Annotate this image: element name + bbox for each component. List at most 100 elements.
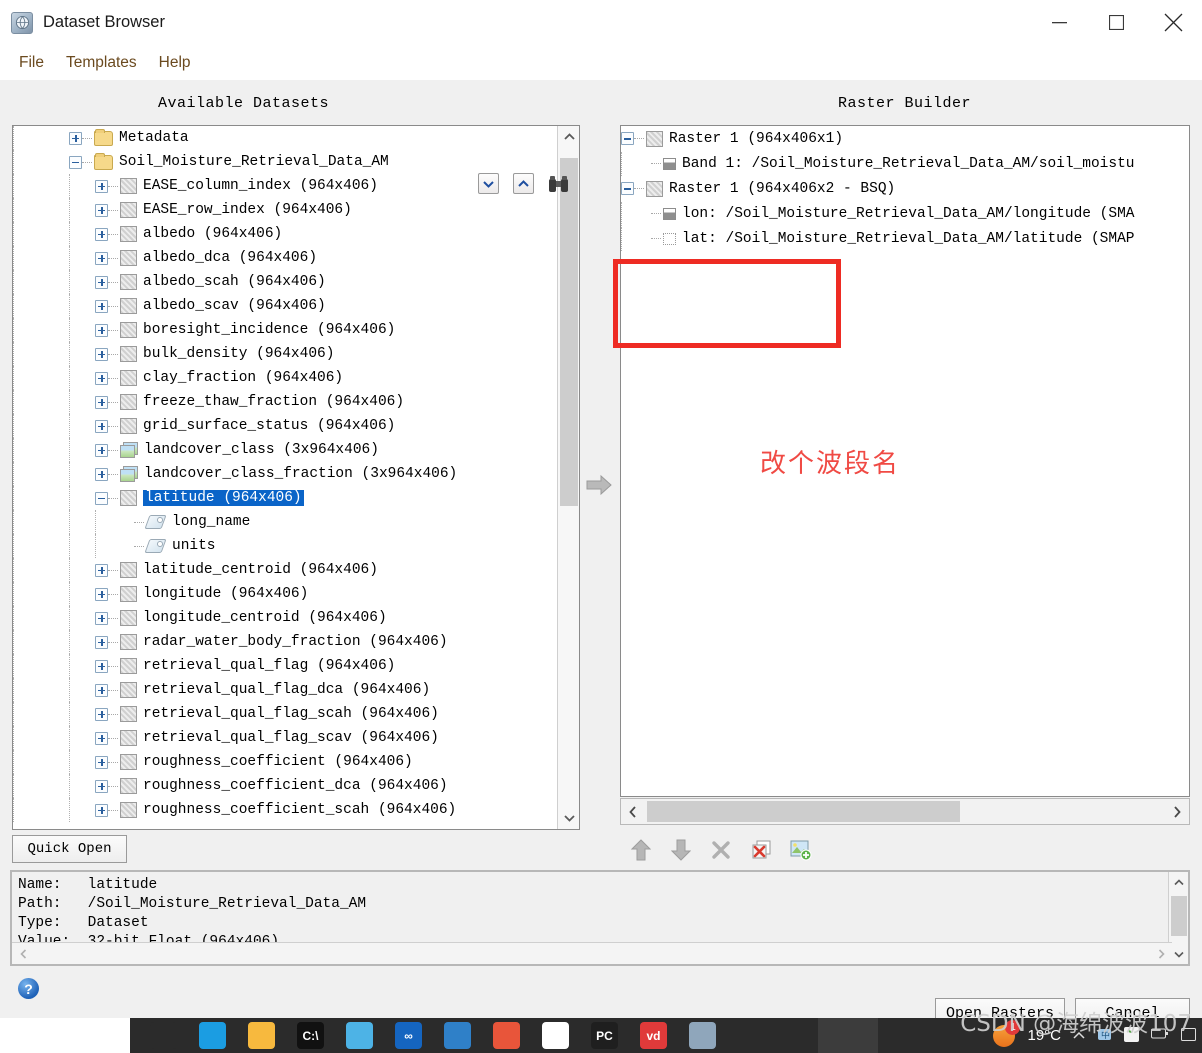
band-checked-icon[interactable]	[663, 157, 676, 170]
tree-item[interactable]: retrieval_qual_flag (964x406)	[13, 654, 558, 678]
expand-node-icon[interactable]	[95, 347, 108, 361]
expand-node-icon[interactable]	[95, 371, 108, 385]
tree-item[interactable]: retrieval_qual_flag_scah (964x406)	[13, 702, 558, 726]
collapse-all-button[interactable]	[478, 173, 499, 194]
expand-node-icon[interactable]	[95, 635, 108, 649]
info-scroll-right-arrow-icon[interactable]	[1150, 943, 1172, 965]
info-scroll-left-arrow-icon[interactable]	[12, 943, 34, 965]
tree-item[interactable]: longitude_centroid (964x406)	[13, 606, 558, 630]
raster-tree-item[interactable]: Raster 1 (964x406x2 - BSQ)	[621, 176, 1189, 201]
expand-node-icon[interactable]	[69, 131, 82, 145]
scroll-left-arrow-icon[interactable]	[621, 799, 645, 824]
tree-item[interactable]: Metadata	[13, 126, 558, 150]
tree-item[interactable]: boresight_incidence (964x406)	[13, 318, 558, 342]
maximize-button[interactable]	[1088, 0, 1145, 45]
tree-item[interactable]: roughness_coefficient_scah (964x406)	[13, 798, 558, 822]
collapse-node-icon[interactable]	[95, 491, 108, 505]
info-scroll-down-arrow-icon[interactable]	[1169, 944, 1189, 964]
available-datasets-tree[interactable]: Metadata Soil_Moisture_Retrieval_Data_AM E…	[12, 125, 580, 830]
tree-item[interactable]: albedo_scav (964x406)	[13, 294, 558, 318]
tree-item[interactable]: landcover_class_fraction (3x964x406)	[13, 462, 558, 486]
expand-node-icon[interactable]	[95, 731, 108, 745]
help-button[interactable]: ?	[18, 978, 39, 999]
tree-item[interactable]: retrieval_qual_flag_dca (964x406)	[13, 678, 558, 702]
expand-node-icon[interactable]	[95, 755, 108, 769]
tree-item[interactable]: latitude_centroid (964x406)	[13, 558, 558, 582]
expand-node-icon[interactable]	[95, 707, 108, 721]
raster-tree-item[interactable]: Raster 1 (964x406x1)	[621, 126, 1189, 151]
collapse-node-icon[interactable]	[69, 155, 82, 169]
app-blue-icon[interactable]: ∞	[395, 1022, 422, 1049]
terminal-icon[interactable]: C:\	[297, 1022, 324, 1049]
expand-node-icon[interactable]	[95, 803, 108, 817]
move-down-icon[interactable]	[668, 837, 694, 863]
vd-icon[interactable]: vd	[640, 1022, 667, 1049]
tree-item[interactable]: roughness_coefficient (964x406)	[13, 750, 558, 774]
office-icon[interactable]	[346, 1022, 373, 1049]
pycharm-icon[interactable]: PC	[591, 1022, 618, 1049]
tree-item[interactable]: retrieval_qual_flag_scav (964x406)	[13, 726, 558, 750]
tree-item[interactable]: longitude (964x406)	[13, 582, 558, 606]
tree-item[interactable]: Soil_Moisture_Retrieval_Data_AM	[13, 150, 558, 174]
tree-vertical-scrollbar[interactable]	[557, 126, 579, 829]
expand-node-icon[interactable]	[95, 203, 108, 217]
tree-item[interactable]: clay_fraction (964x406)	[13, 366, 558, 390]
tree-item[interactable]: radar_water_body_fraction (964x406)	[13, 630, 558, 654]
raster-builder-tree[interactable]: Raster 1 (964x406x1) Band 1: /Soil_Moistu…	[620, 125, 1190, 797]
expand-node-icon[interactable]	[95, 227, 108, 241]
expand-node-icon[interactable]	[95, 275, 108, 289]
expand-node-icon[interactable]	[95, 611, 108, 625]
remove-icon[interactable]	[708, 837, 734, 863]
remove-all-icon[interactable]	[748, 837, 774, 863]
scroll-down-arrow-icon[interactable]	[558, 807, 579, 829]
band-unchecked-icon[interactable]	[663, 232, 676, 245]
matlab-icon[interactable]	[493, 1022, 520, 1049]
expand-node-icon[interactable]	[95, 587, 108, 601]
sprout-icon[interactable]: ❧	[542, 1022, 569, 1049]
raster-horizontal-scrollbar[interactable]	[620, 798, 1190, 825]
minimize-button[interactable]	[1031, 0, 1088, 45]
menu-item-file[interactable]: File	[8, 51, 55, 75]
collapse-node-icon[interactable]	[621, 132, 634, 145]
menu-item-templates[interactable]: Templates	[55, 51, 148, 75]
new-raster-icon[interactable]	[788, 837, 814, 863]
expand-node-icon[interactable]	[95, 467, 108, 481]
move-up-icon[interactable]	[628, 837, 654, 863]
tree-item[interactable]: EASE_row_index (964x406)	[13, 198, 558, 222]
info-scroll-up-arrow-icon[interactable]	[1169, 872, 1189, 892]
tree-item[interactable]: albedo_dca (964x406)	[13, 246, 558, 270]
raster-tree-item[interactable]: lon: /Soil_Moisture_Retrieval_Data_AM/lo…	[621, 201, 1189, 226]
tree-item[interactable]: long_name	[13, 510, 558, 534]
expand-node-icon[interactable]	[95, 443, 108, 457]
expand-node-icon[interactable]	[95, 299, 108, 313]
tree-item[interactable]: units	[13, 534, 558, 558]
tree-item[interactable]: EASE_column_index (964x406)	[13, 174, 558, 198]
dataset-browser-icon[interactable]	[689, 1022, 716, 1049]
expand-node-icon[interactable]	[95, 659, 108, 673]
band-checked-icon[interactable]	[663, 207, 676, 220]
info-scroll-thumb[interactable]	[1171, 896, 1187, 936]
tree-item[interactable]: freeze_thaw_fraction (964x406)	[13, 390, 558, 414]
expand-node-icon[interactable]	[95, 779, 108, 793]
info-horizontal-scrollbar[interactable]	[12, 942, 1172, 964]
raster-scroll-thumb[interactable]	[647, 801, 960, 822]
find-button[interactable]	[547, 172, 571, 195]
expand-node-icon[interactable]	[95, 419, 108, 433]
expand-all-button[interactable]	[513, 173, 534, 194]
expand-node-icon[interactable]	[95, 179, 108, 193]
expand-node-icon[interactable]	[95, 251, 108, 265]
raster-tree-item[interactable]: Band 1: /Soil_Moisture_Retrieval_Data_AM…	[621, 151, 1189, 176]
collapse-node-icon[interactable]	[621, 182, 634, 195]
file-explorer-icon[interactable]	[248, 1022, 275, 1049]
expand-node-icon[interactable]	[95, 395, 108, 409]
add-to-raster-arrow-button[interactable]	[584, 465, 614, 505]
expand-node-icon[interactable]	[95, 323, 108, 337]
expand-node-icon[interactable]	[95, 683, 108, 697]
raster-tree-item[interactable]: lat: /Soil_Moisture_Retrieval_Data_AM/la…	[621, 226, 1189, 251]
task-view-icon[interactable]	[150, 1022, 177, 1049]
expand-node-icon[interactable]	[95, 563, 108, 577]
edge-icon[interactable]	[199, 1022, 226, 1049]
tree-item[interactable]: albedo_scah (964x406)	[13, 270, 558, 294]
envi-icon[interactable]	[444, 1022, 471, 1049]
scroll-up-arrow-icon[interactable]	[558, 126, 579, 148]
